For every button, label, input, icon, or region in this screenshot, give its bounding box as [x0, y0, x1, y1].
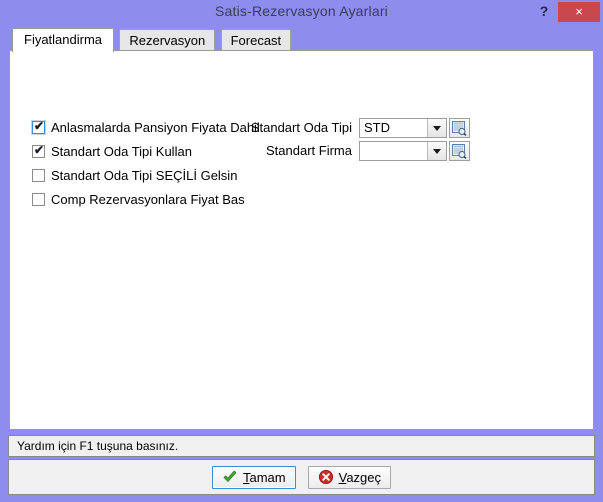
tab-control: Fiyatlandirma Rezervasyon Forecast ✔ Anl…: [9, 28, 594, 430]
dialog-window: Satis-Rezervasyon Ayarlari ? × Fiyatland…: [0, 0, 603, 502]
cancel-button-label: Vazgeç: [339, 470, 381, 485]
tab-panel-fiyatlandirma: ✔ Anlasmalarda Pansiyon Fiyata Dahil ✔ S…: [9, 50, 594, 430]
checkbox-standart-oda-tipi-secili-gelsin[interactable]: [32, 169, 45, 182]
checkbox-pansiyon-fiyata-dahil[interactable]: ✔: [32, 119, 45, 134]
combo-value-standart-firma[interactable]: [360, 142, 427, 160]
checkbox-label-standart-oda-tipi-kullan: Standart Oda Tipi Kullan: [51, 144, 192, 159]
checkbox-comp-rezervasyonlara-fiyat-bas[interactable]: [32, 193, 45, 206]
help-button[interactable]: ?: [535, 1, 553, 21]
status-bar: Yardım için F1 tuşuna basınız.: [8, 435, 595, 457]
checkbox-row-standart-oda-tipi-secili-gelsin[interactable]: Standart Oda Tipi SEÇİLİ Gelsin: [32, 165, 260, 186]
client-area: Fiyatlandirma Rezervasyon Forecast ✔ Anl…: [4, 25, 599, 497]
checkbox-row-pansiyon-fiyata-dahil[interactable]: ✔ Anlasmalarda Pansiyon Fiyata Dahil: [32, 117, 260, 138]
checkbox-label-standart-oda-tipi-secili-gelsin: Standart Oda Tipi SEÇİLİ Gelsin: [51, 168, 238, 183]
chevron-down-icon[interactable]: [427, 141, 446, 160]
checkbox-label-pansiyon-fiyata-dahil: Anlasmalarda Pansiyon Fiyata Dahil: [51, 120, 260, 135]
label-standart-oda-tipi: Standart Oda Tipi: [250, 120, 352, 135]
dialog-button-bar: Tamam Vazgeç: [8, 459, 595, 495]
green-check-icon: [222, 469, 238, 485]
red-cancel-icon: [318, 469, 334, 485]
window-title: Satis-Rezervasyon Ayarlari: [214, 3, 388, 19]
ok-button-label: Tamam: [243, 470, 286, 485]
checkbox-row-comp-rezervasyonlara-fiyat-bas[interactable]: Comp Rezervasyonlara Fiyat Bas: [32, 189, 260, 210]
lookup-button-standart-firma[interactable]: [449, 140, 470, 161]
checkbox-row-standart-oda-tipi-kullan[interactable]: ✔ Standart Oda Tipi Kullan: [32, 141, 260, 162]
checkbox-standart-oda-tipi-kullan[interactable]: ✔: [32, 143, 45, 158]
check-mark-icon: ✔: [34, 143, 45, 157]
tab-fiyatlandirma[interactable]: Fiyatlandirma: [12, 28, 115, 52]
combo-standart-oda-tipi[interactable]: STD: [359, 117, 447, 138]
lookup-list-icon: [452, 143, 467, 159]
field-row-standart-firma: Standart Firma: [242, 140, 470, 161]
label-standart-firma: Standart Firma: [266, 143, 352, 158]
field-row-standart-oda-tipi: Standart Oda Tipi STD: [242, 117, 470, 138]
ok-button[interactable]: Tamam: [211, 465, 296, 489]
combo-standart-firma[interactable]: [359, 140, 447, 161]
check-mark-icon: ✔: [34, 119, 45, 133]
tab-forecast[interactable]: Forecast: [220, 29, 292, 51]
combo-value-standart-oda-tipi[interactable]: STD: [360, 119, 427, 137]
check-mark-icon: [34, 168, 45, 181]
check-mark-icon: [34, 192, 45, 205]
title-bar: Satis-Rezervasyon Ayarlari ? ×: [0, 0, 603, 24]
cancel-button-rest: azgeç: [346, 469, 382, 485]
options-checkbox-group: ✔ Anlasmalarda Pansiyon Fiyata Dahil ✔ S…: [32, 117, 260, 213]
checkbox-label-comp-rezervasyonlara-fiyat-bas: Comp Rezervasyonlara Fiyat Bas: [51, 192, 245, 207]
lookup-button-standart-oda-tipi[interactable]: [449, 117, 470, 138]
cancel-button[interactable]: Vazgeç: [307, 465, 392, 489]
chevron-down-icon[interactable]: [427, 118, 446, 137]
tab-strip: Fiyatlandirma Rezervasyon Forecast: [9, 28, 594, 52]
close-button[interactable]: ×: [558, 2, 600, 22]
ok-button-rest: amam: [249, 469, 286, 485]
lookup-list-icon: [452, 120, 467, 136]
tab-rezervasyon[interactable]: Rezervasyon: [119, 29, 216, 51]
